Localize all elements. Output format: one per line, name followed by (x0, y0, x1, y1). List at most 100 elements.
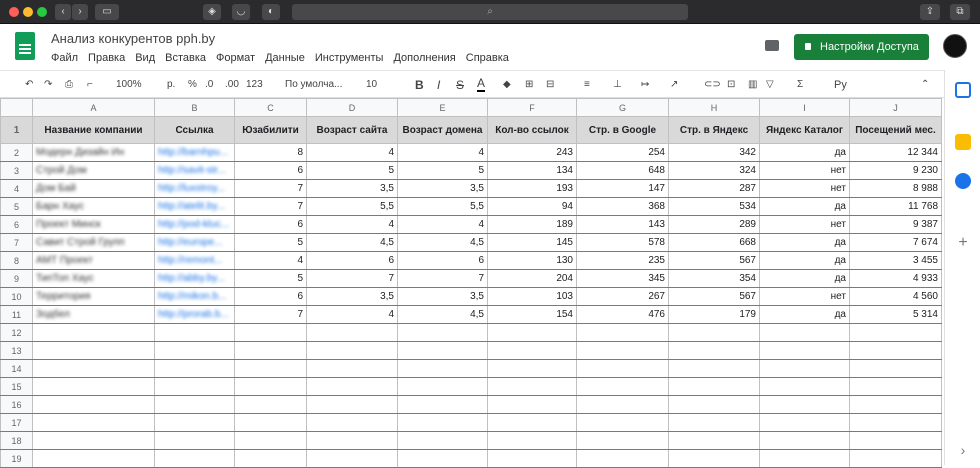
table-cell[interactable]: 3 455 (849, 251, 942, 270)
table-cell[interactable] (154, 413, 235, 432)
table-cell[interactable]: 534 (668, 197, 760, 216)
document-title[interactable]: Анализ конкурентов pph.by (51, 31, 215, 46)
share-button[interactable]: Настройки Доступа (794, 34, 929, 60)
table-cell[interactable]: 368 (576, 197, 669, 216)
table-cell[interactable]: 5,5 (306, 197, 398, 216)
table-cell[interactable]: 8 988 (849, 179, 942, 198)
table-cell[interactable] (154, 359, 235, 378)
table-cell[interactable] (32, 341, 155, 360)
bold-button[interactable]: B (415, 77, 424, 93)
avatar[interactable] (943, 34, 967, 58)
vertical-align-icon[interactable]: ⊥ (613, 77, 622, 93)
table-cell[interactable]: 4 933 (849, 269, 942, 288)
table-cell[interactable] (234, 323, 307, 342)
row-number[interactable]: 5 (0, 197, 33, 216)
table-cell[interactable]: http://luxstroy... (154, 179, 235, 198)
table-cell[interactable] (306, 341, 398, 360)
table-cell[interactable]: http://barnhpu... (154, 143, 235, 162)
table-cell[interactable]: Барн Хаус (32, 197, 155, 216)
table-cell[interactable]: http://pod-kluc... (154, 215, 235, 234)
table-cell[interactable]: 235 (576, 251, 669, 270)
table-cell[interactable]: http://savit-str... (154, 161, 235, 180)
header-cell[interactable]: Стр. в Яндекс (668, 116, 760, 144)
header-cell[interactable]: Возраст домена (397, 116, 488, 144)
menu-data[interactable]: Данные (265, 52, 305, 64)
currency-format-button[interactable]: р. (167, 77, 175, 93)
table-cell[interactable]: 578 (576, 233, 669, 252)
table-cell[interactable] (154, 323, 235, 342)
table-cell[interactable] (487, 323, 577, 342)
menu-edit[interactable]: Правка (88, 52, 125, 64)
table-cell[interactable]: 6 (397, 251, 488, 270)
table-cell[interactable]: 254 (576, 143, 669, 162)
table-cell[interactable] (154, 395, 235, 414)
table-cell[interactable]: ТипТоп Хаус (32, 269, 155, 288)
table-cell[interactable]: 7 (234, 305, 307, 324)
table-cell[interactable]: http://europe... (154, 233, 235, 252)
row-number[interactable]: 7 (0, 233, 33, 252)
table-cell[interactable]: 94 (487, 197, 577, 216)
row-number[interactable]: 18 (0, 431, 33, 450)
row-number[interactable]: 10 (0, 287, 33, 306)
table-cell[interactable] (306, 395, 398, 414)
table-cell[interactable] (576, 359, 669, 378)
table-cell[interactable]: 8 (234, 143, 307, 162)
strikethrough-button[interactable]: S (456, 77, 464, 93)
column-header-f[interactable]: F (487, 98, 577, 117)
table-cell[interactable] (668, 323, 760, 342)
share-page-icon[interactable]: ⇪ (920, 4, 940, 20)
redo-icon[interactable]: ↷ (44, 77, 52, 93)
horizontal-align-icon[interactable]: ≡ (584, 77, 590, 93)
column-header-e[interactable]: E (397, 98, 488, 117)
table-cell[interactable]: 567 (668, 287, 760, 306)
table-cell[interactable] (154, 341, 235, 360)
table-cell[interactable] (32, 377, 155, 396)
table-cell[interactable] (234, 395, 307, 414)
table-cell[interactable]: 7 (397, 269, 488, 288)
table-cell[interactable]: нет (759, 215, 850, 234)
pocket-icon[interactable]: ◡ (232, 4, 250, 20)
row-number[interactable]: 14 (0, 359, 33, 378)
table-cell[interactable] (849, 395, 942, 414)
table-cell[interactable]: 6 (234, 287, 307, 306)
table-cell[interactable] (576, 377, 669, 396)
table-cell[interactable] (306, 413, 398, 432)
table-cell[interactable] (759, 341, 850, 360)
menu-file[interactable]: Файл (51, 52, 78, 64)
table-cell[interactable] (234, 359, 307, 378)
fill-color-icon[interactable]: ◆ (503, 77, 511, 93)
table-cell[interactable]: 7 (234, 179, 307, 198)
header-cell[interactable]: Название компании (32, 116, 155, 144)
reader-icon[interactable]: ◐ (262, 4, 280, 20)
table-cell[interactable] (576, 395, 669, 414)
table-cell[interactable] (759, 431, 850, 450)
row-number[interactable]: 6 (0, 215, 33, 234)
back-button[interactable]: ‹ (55, 4, 71, 20)
table-cell[interactable]: нет (759, 287, 850, 306)
table-cell[interactable]: 3,5 (397, 287, 488, 306)
table-cell[interactable]: 5 (306, 161, 398, 180)
add-addon-icon[interactable]: + (955, 235, 971, 251)
table-cell[interactable]: да (759, 233, 850, 252)
row-number[interactable]: 3 (0, 161, 33, 180)
table-cell[interactable]: 668 (668, 233, 760, 252)
table-cell[interactable]: да (759, 251, 850, 270)
table-cell[interactable] (759, 359, 850, 378)
column-header-c[interactable]: C (234, 98, 307, 117)
table-cell[interactable]: 145 (487, 233, 577, 252)
table-cell[interactable] (397, 377, 488, 396)
insert-link-icon[interactable]: ⊂⊃ (704, 77, 721, 93)
table-cell[interactable] (234, 341, 307, 360)
table-cell[interactable]: 6 (306, 251, 398, 270)
table-cell[interactable]: 287 (668, 179, 760, 198)
table-cell[interactable] (849, 323, 942, 342)
insert-comment-icon[interactable]: ⊡ (727, 77, 735, 93)
table-cell[interactable]: Территория (32, 287, 155, 306)
table-cell[interactable]: 243 (487, 143, 577, 162)
text-wrap-icon[interactable]: ↦ (641, 77, 649, 93)
calendar-icon[interactable] (955, 82, 971, 98)
print-icon[interactable]: ⎙ (65, 77, 73, 93)
menu-format[interactable]: Формат (216, 52, 255, 64)
table-cell[interactable]: 134 (487, 161, 577, 180)
table-cell[interactable] (668, 395, 760, 414)
